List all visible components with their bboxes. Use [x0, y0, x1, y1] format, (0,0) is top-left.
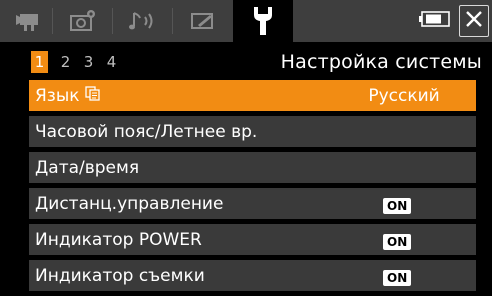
menu-item-time-zone[interactable]: Часовой пояс/Летнее вр.	[29, 116, 476, 147]
menu-item-language[interactable]: Язык Русский	[29, 80, 476, 111]
page-number-4[interactable]: 4	[100, 51, 123, 73]
close-icon	[465, 10, 483, 32]
page-header: 1 2 3 4 Настройка системы	[0, 47, 492, 77]
menu-item-value: Русский	[368, 85, 440, 106]
menu-item-date-time[interactable]: Дата/время	[29, 152, 476, 183]
playback-icon	[189, 10, 217, 32]
language-icon	[84, 85, 100, 106]
on-badge: ON	[383, 198, 412, 214]
close-button[interactable]	[459, 5, 489, 37]
camera-menu-screen: 1 2 3 4 Настройка системы Язык Русский Ч…	[0, 0, 492, 291]
camera-settings-icon	[69, 8, 97, 34]
menu-item-label: Язык	[35, 85, 80, 106]
tab-playback[interactable]	[173, 0, 233, 42]
settings-menu: Язык Русский Часовой пояс/Летнее вр. Дат…	[29, 80, 476, 296]
menu-item-label: Часовой пояс/Летнее вр.	[35, 121, 258, 142]
tab-movie[interactable]	[0, 0, 53, 42]
page-indicator: 1 2 3 4	[31, 51, 123, 73]
menu-item-power-indicator[interactable]: Индикатор POWER ON	[29, 224, 476, 255]
menu-item-recording-indicator[interactable]: Индикатор съемки ON	[29, 260, 476, 291]
page-number-1[interactable]: 1	[31, 51, 48, 73]
menu-item-remote-control[interactable]: Дистанц.управление ON	[29, 188, 476, 219]
menu-item-label: Индикатор POWER	[35, 229, 202, 250]
audio-icon	[128, 9, 158, 33]
page-number-3[interactable]: 3	[77, 51, 100, 73]
page-number-2[interactable]: 2	[54, 51, 77, 73]
section-title: Настройка системы	[280, 51, 482, 73]
battery-icon	[419, 11, 451, 31]
on-badge: ON	[383, 270, 412, 286]
menu-item-label: Дистанц.управление	[35, 193, 224, 214]
tab-system-setup[interactable]	[233, 0, 293, 42]
movie-camera-icon	[14, 10, 40, 32]
menu-tab-bar	[0, 0, 492, 42]
wrench-icon	[250, 5, 276, 37]
menu-item-label: Дата/время	[35, 157, 140, 178]
tab-audio[interactable]	[113, 0, 173, 42]
tab-camera-settings[interactable]	[53, 0, 113, 42]
on-badge: ON	[383, 234, 412, 250]
